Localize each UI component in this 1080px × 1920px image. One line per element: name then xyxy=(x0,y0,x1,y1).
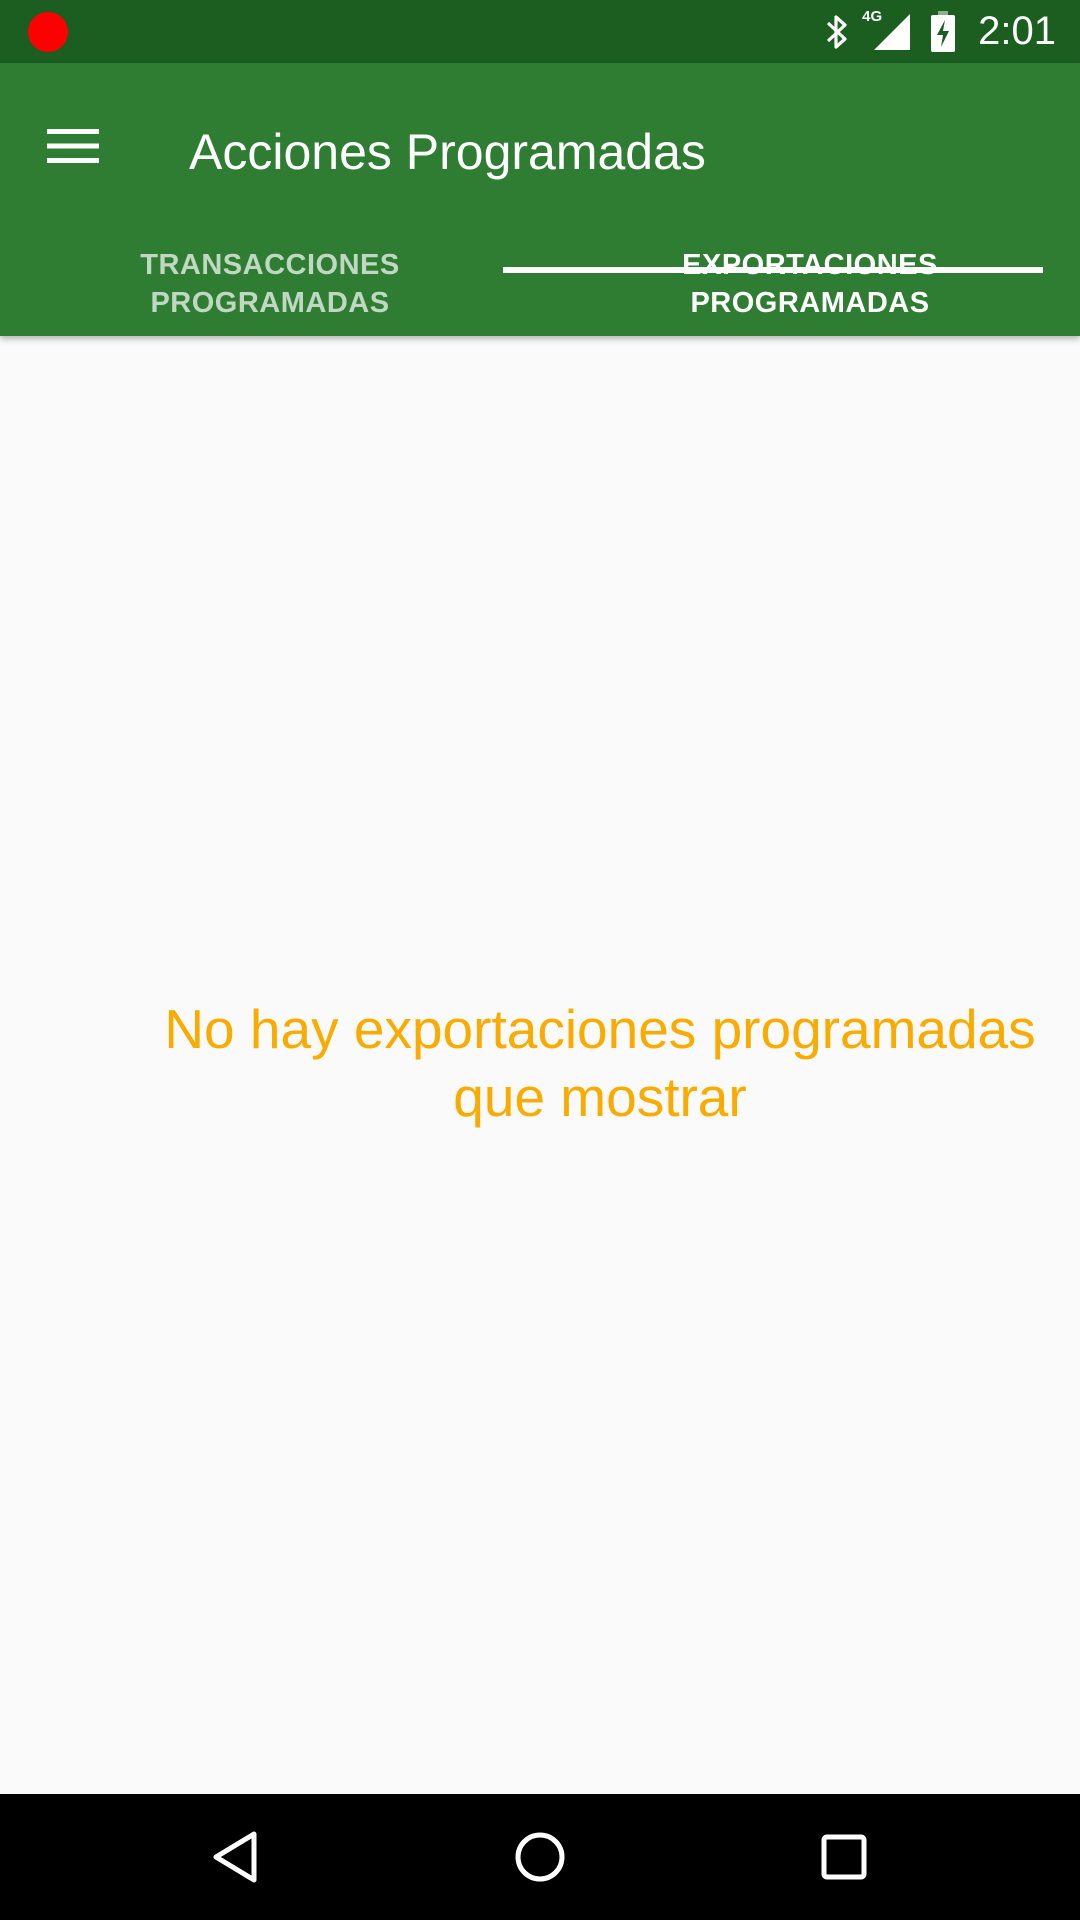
tab-exportaciones-programadas[interactable]: EXPORTACIONES PROGRAMADAS xyxy=(540,231,1080,336)
app-bar: Acciones Programadas TRANSACCIONES PROGR… xyxy=(0,63,1080,336)
empty-state-message: No hay exportaciones programadas que mos… xyxy=(164,998,1036,1128)
recents-icon[interactable] xyxy=(799,1812,889,1902)
clock: 2:01 xyxy=(978,9,1056,53)
home-icon[interactable] xyxy=(495,1812,585,1902)
status-icons: 4G 2:01 xyxy=(806,0,1056,63)
tab-label: TRANSACCIONES PROGRAMADAS xyxy=(140,248,400,319)
back-icon[interactable] xyxy=(190,1812,280,1902)
tab-label: EXPORTACIONES PROGRAMADAS xyxy=(682,248,938,319)
battery-charging-icon xyxy=(930,10,956,53)
recording-dot-icon xyxy=(28,12,68,52)
signal-4g-icon: 4G xyxy=(862,8,912,54)
tab-transacciones-programadas[interactable]: TRANSACCIONES PROGRAMADAS xyxy=(0,231,540,336)
navigation-bar xyxy=(0,1794,1080,1920)
hamburger-menu-icon[interactable] xyxy=(30,103,116,189)
status-bar: 4G 2:01 xyxy=(0,0,1080,63)
tab-indicator xyxy=(503,267,1043,273)
page-title: Acciones Programadas xyxy=(189,124,706,180)
bluetooth-icon xyxy=(824,12,850,52)
tab-bar: TRANSACCIONES PROGRAMADAS EXPORTACIONES … xyxy=(0,231,1080,336)
network-type-label: 4G xyxy=(862,7,883,25)
